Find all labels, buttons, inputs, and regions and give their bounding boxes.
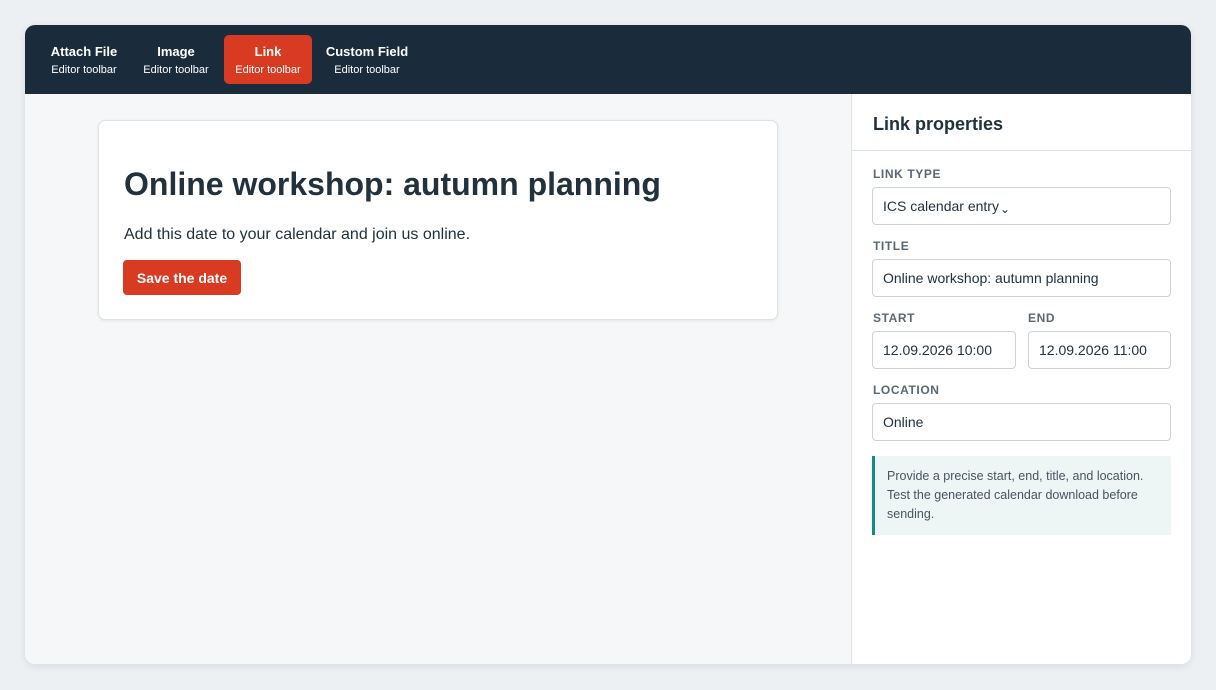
editor-toolbar: Attach File Editor toolbar Image Editor …: [25, 25, 1191, 94]
link-type-select[interactable]: ICS calendar entry ⌄: [872, 187, 1171, 225]
link-properties-panel: Link properties LINK TYPE ICS calendar e…: [851, 94, 1191, 664]
link-type-value: ICS calendar entry: [883, 198, 999, 214]
save-the-date-button[interactable]: Save the date: [123, 260, 241, 295]
toolbar-item-attach-file[interactable]: Attach File Editor toolbar: [45, 35, 123, 84]
toolbar-item-subtitle: Editor toolbar: [235, 64, 301, 76]
toolbar-item-link[interactable]: Link Editor toolbar: [224, 35, 312, 84]
location-input[interactable]: [872, 403, 1171, 441]
start-label: START: [873, 311, 916, 325]
editor-window: Attach File Editor toolbar Image Editor …: [25, 25, 1191, 664]
card-title: Online workshop: autumn planning: [124, 166, 661, 202]
title-input[interactable]: [872, 259, 1171, 297]
toolbar-item-subtitle: Editor toolbar: [143, 64, 209, 76]
end-input[interactable]: [1028, 331, 1171, 369]
chevron-down-icon: ⌄: [999, 202, 1011, 216]
toolbar-item-title: Attach File: [50, 44, 118, 59]
editor-canvas: Online workshop: autumn planning Add thi…: [25, 94, 851, 664]
start-input[interactable]: [872, 331, 1016, 369]
help-note: Provide a precise start, end, title, and…: [872, 456, 1171, 535]
panel-title: Link properties: [873, 114, 1004, 134]
panel-header: Link properties: [852, 94, 1191, 151]
title-label: TITLE: [873, 239, 910, 253]
link-type-label: LINK TYPE: [873, 167, 942, 181]
card-text: Add this date to your calendar and join …: [124, 226, 471, 243]
toolbar-item-title: Image: [157, 44, 195, 59]
content-card[interactable]: Online workshop: autumn planning Add thi…: [98, 120, 778, 320]
toolbar-item-title: Custom Field: [325, 44, 409, 59]
toolbar-item-subtitle: Editor toolbar: [51, 64, 117, 76]
toolbar-item-image[interactable]: Image Editor toolbar: [137, 35, 215, 84]
toolbar-item-title: Link: [254, 44, 282, 59]
toolbar-item-subtitle: Editor toolbar: [334, 64, 400, 76]
toolbar-item-custom-field[interactable]: Custom Field Editor toolbar: [321, 35, 413, 84]
end-label: END: [1028, 311, 1056, 325]
location-label: LOCATION: [873, 383, 940, 397]
